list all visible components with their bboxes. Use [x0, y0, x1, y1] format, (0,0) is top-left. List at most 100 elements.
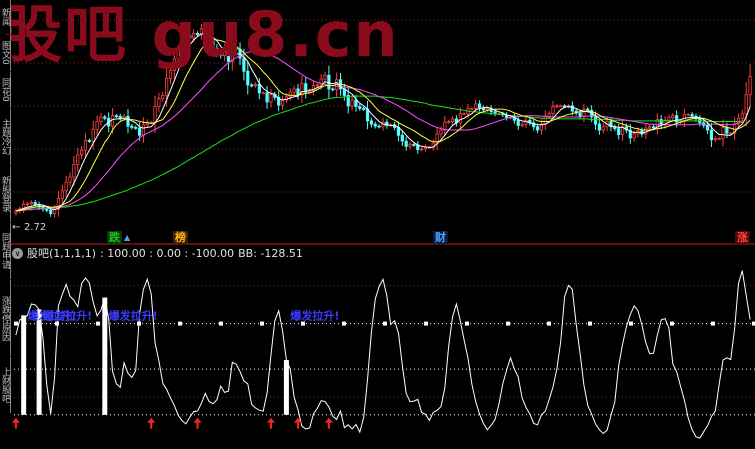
event-flag-rank-label: 榜 — [175, 231, 186, 244]
event-flag-rise[interactable]: 涨 — [735, 231, 750, 244]
candle-body — [157, 98, 161, 107]
side-tab-limit-reason[interactable]: 涨跌停原因 — [0, 280, 11, 356]
candle-body — [33, 202, 37, 205]
level-marker — [260, 321, 264, 326]
candle-body — [458, 113, 462, 124]
price-label-group: ← 2.72 — [12, 222, 46, 233]
candle-body — [578, 112, 582, 117]
side-tab-news[interactable]: 新闻 — [0, 0, 11, 34]
candle-body — [137, 127, 142, 136]
stock-chart-window: 爆发拉升! 爆发拉升! 爆发拉升! 爆发拉升! ← 2.72 股吧 gu8.cn 新闻… — [0, 0, 755, 449]
candle-body — [323, 74, 327, 80]
candle-body — [535, 126, 540, 131]
candle-body — [709, 129, 714, 141]
candle-body — [462, 113, 466, 116]
level-marker — [14, 321, 18, 326]
candle-body — [165, 78, 169, 96]
candle-body — [25, 203, 30, 206]
candle-body — [748, 76, 752, 96]
candle-body — [280, 99, 285, 106]
candle-body — [477, 103, 482, 109]
candle-body — [288, 91, 292, 98]
candle-body — [354, 99, 358, 107]
candle-body — [327, 74, 331, 90]
ma60-line — [15, 95, 743, 212]
candle-body — [439, 129, 443, 135]
candle-body — [420, 148, 424, 151]
arrow-up-icon — [11, 417, 20, 429]
candle-body — [543, 115, 547, 125]
ma20-line — [15, 51, 743, 212]
candle-body — [292, 88, 296, 93]
candle-body — [400, 134, 404, 142]
candle-body — [261, 92, 265, 95]
indicator-name[interactable]: 股吧(1,1,1,1) — [27, 245, 96, 261]
arrow-up-icon — [193, 417, 202, 429]
oscillator-line — [15, 270, 751, 439]
candle-body — [134, 127, 138, 129]
candle-body — [253, 83, 258, 87]
candle-body — [404, 140, 408, 147]
triangle-up-icon: ▲ — [124, 233, 131, 242]
side-tab-theme[interactable]: 主题冷幻 — [0, 109, 11, 165]
candle-body — [555, 105, 559, 108]
candle-body — [103, 116, 107, 119]
event-flag-drop[interactable]: 跌 — [107, 231, 122, 244]
candle-body — [373, 123, 377, 127]
level-marker — [629, 321, 633, 326]
side-tab-hexin[interactable]: 同花0 — [0, 72, 11, 108]
candle-body — [648, 126, 652, 129]
candle-body — [686, 113, 690, 116]
buy-arrows — [11, 417, 333, 429]
candle-body — [485, 108, 489, 111]
signal-bar — [102, 297, 108, 415]
level-marker — [424, 321, 428, 326]
event-flag-rank[interactable]: 榜 — [173, 231, 188, 244]
arrow-up-icon — [147, 417, 156, 429]
candle-body — [269, 94, 273, 103]
event-flag-finance[interactable]: 财 — [433, 231, 448, 244]
level-marker — [465, 321, 469, 326]
candle-body — [49, 209, 53, 214]
level-marker — [506, 321, 510, 326]
side-tab-application[interactable]: 同题申请 — [0, 223, 11, 279]
candle-body — [161, 95, 165, 100]
event-flag-drop-label: 跌 — [109, 231, 120, 244]
candle-body — [358, 106, 362, 109]
candle-body — [412, 143, 416, 146]
candle-body — [118, 115, 122, 119]
indicator-header: ∨ 股吧(1,1,1,1) : 100.00 : 0.00 : -100.00 … — [12, 246, 303, 260]
candle-body — [80, 149, 84, 156]
candle-body — [632, 133, 636, 139]
candle-body — [350, 99, 354, 107]
candle-body — [644, 127, 648, 135]
candle-body — [408, 143, 412, 147]
candle-body — [257, 83, 261, 94]
candle-body — [740, 113, 744, 119]
candle-body — [717, 138, 721, 140]
candle-body — [307, 90, 312, 93]
event-flag-finance-label: 财 — [435, 231, 446, 244]
candle-body — [474, 103, 478, 109]
side-tab-chart-text[interactable]: 图文0 — [0, 35, 11, 71]
candle-body — [315, 84, 319, 87]
level-marker — [547, 321, 551, 326]
candle-body — [721, 127, 725, 139]
arrow-up-icon — [266, 417, 275, 429]
candle-body — [72, 164, 76, 178]
price-label-prefix: ← — [12, 222, 20, 233]
candle-body — [547, 113, 551, 117]
candle-body — [705, 125, 710, 131]
signal-label: 爆发拉升! — [43, 309, 92, 323]
level-marker — [219, 321, 223, 326]
signal-label: 爆发拉升! — [109, 309, 158, 323]
chevron-down-icon[interactable]: ∨ — [12, 247, 23, 259]
candle-body — [83, 140, 88, 151]
event-flag-up-icon[interactable]: ▲ — [122, 231, 132, 244]
side-tab-new-stock[interactable]: 新股登录 — [0, 166, 11, 222]
level-marker — [383, 321, 387, 326]
candle-body — [250, 84, 254, 87]
side-tab-guba[interactable]: 上财股吧 — [0, 357, 11, 413]
event-flag-rise-label: 涨 — [737, 231, 748, 244]
candle-body — [586, 108, 590, 111]
